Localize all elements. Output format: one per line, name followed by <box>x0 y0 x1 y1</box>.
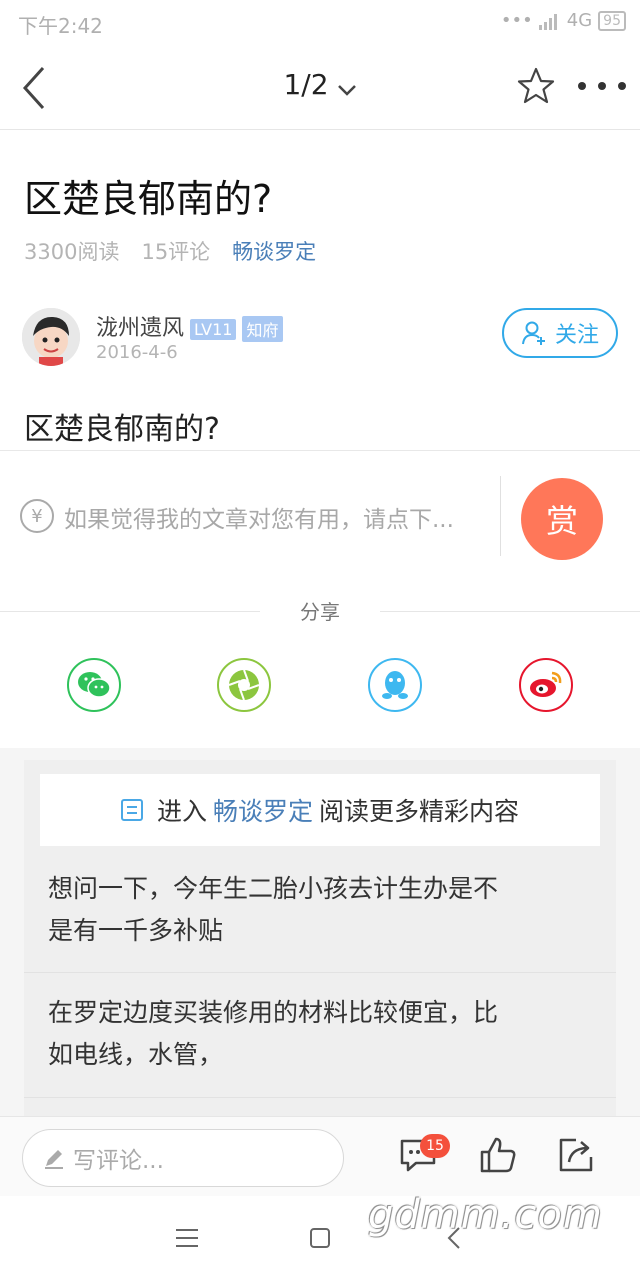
more-options-button[interactable] <box>578 74 626 98</box>
post-title-line: 是有一千多补贴 <box>48 916 224 945</box>
enter-forum-banner[interactable]: 进入 畅谈罗定 阅读更多精彩内容 <box>40 774 600 846</box>
thumbs-up-icon <box>480 1137 516 1173</box>
follow-button[interactable]: 关注 <box>502 308 618 358</box>
enter-suffix: 阅读更多精彩内容 <box>319 797 520 826</box>
reward-separator <box>500 476 501 556</box>
forum-link[interactable]: 畅谈罗定 <box>232 236 316 266</box>
weibo-icon <box>530 671 562 697</box>
more-dot-icon <box>618 82 626 90</box>
chevron-down-icon <box>337 70 357 103</box>
home-icon[interactable] <box>309 1227 331 1249</box>
star-icon <box>517 67 555 104</box>
comment-count-badge: 15 <box>420 1134 450 1158</box>
network-type: 4G <box>566 10 593 31</box>
author-name[interactable]: 泷州遗风 <box>96 316 184 341</box>
status-bar: 下午2:42 ••• 4G 95 <box>0 0 640 46</box>
bottom-action-bar: 写评论... <box>0 1116 640 1196</box>
wechat-icon <box>78 672 111 698</box>
reward-prompt: 如果觉得我的文章对您有用，请点下... <box>64 507 454 533</box>
share-weibo-button[interactable] <box>519 658 573 712</box>
share-header: 分享 <box>0 596 640 626</box>
menu-icon[interactable] <box>176 1228 198 1248</box>
qq-icon <box>382 671 408 699</box>
list-icon <box>120 799 143 821</box>
reward-button[interactable]: 赏 <box>521 478 603 560</box>
yen-icon: ¥ <box>20 499 54 533</box>
like-button[interactable] <box>478 1135 518 1175</box>
follow-label: 关注 <box>554 323 599 348</box>
forum-link: 畅谈罗定 <box>212 797 313 826</box>
favorite-button[interactable] <box>516 66 556 106</box>
more-dot-icon <box>598 82 606 90</box>
page-indicator-text: 1/2 <box>283 68 329 101</box>
read-count: 3300阅读 <box>24 240 120 264</box>
add-user-icon <box>521 321 545 345</box>
article-title: 区楚良郁南的? <box>24 177 273 221</box>
enter-prefix: 进入 <box>156 797 207 826</box>
divider <box>24 1097 616 1098</box>
post-title-line: 想问一下，今年生二胎小孩去计生办是不 <box>48 874 499 903</box>
article-body: 区楚良郁南的? <box>24 412 220 447</box>
post-date: 2016-4-6 <box>96 342 178 363</box>
share-moments-button[interactable] <box>217 658 271 712</box>
share-button[interactable] <box>556 1135 596 1175</box>
battery-icon: 95 <box>598 10 626 31</box>
watermark: gdmm.com <box>368 1192 603 1238</box>
post-title-line: 如电线，水管， <box>48 1040 224 1069</box>
comment-placeholder: 写评论... <box>73 1148 164 1174</box>
pencil-icon <box>45 1150 63 1169</box>
status-indicators: ••• 4G 95 <box>501 10 626 31</box>
list-item[interactable]: 想问一下，今年生二胎小孩去计生办是不 是有一千多补贴 <box>24 868 616 952</box>
more-dot-icon <box>578 82 586 90</box>
level-badge: LV11 <box>190 318 237 340</box>
signal-dots-icon: ••• <box>500 10 533 31</box>
top-nav-bar: 1/2 <box>0 46 640 130</box>
rank-badge: 知府 <box>242 316 283 342</box>
author-row: 泷州遗风 LV11 知府 2016-4-6 关注 <box>22 306 622 370</box>
comment-input[interactable]: 写评论... <box>22 1129 344 1187</box>
share-icon <box>559 1138 593 1172</box>
moments-icon <box>228 669 260 701</box>
author-name-line: 泷州遗风 LV11 知府 <box>96 310 283 342</box>
signal-icon <box>538 13 557 30</box>
list-item[interactable]: 在罗定边度买装修用的材料比较便宜，比 如电线，水管， <box>24 992 616 1076</box>
divider <box>0 450 640 451</box>
divider <box>380 611 640 612</box>
article-meta: 3300阅读 15评论 畅谈罗定 <box>24 236 316 266</box>
share-qq-button[interactable] <box>368 658 422 712</box>
avatar[interactable] <box>22 308 80 366</box>
divider <box>24 972 616 973</box>
post-title-line: 在罗定边度买装修用的材料比较便宜，比 <box>48 998 499 1027</box>
comment-count: 15评论 <box>141 240 211 264</box>
reward-row: ¥ 如果觉得我的文章对您有用，请点下... 赏 <box>0 452 640 582</box>
avatar-image <box>22 308 80 366</box>
share-wechat-button[interactable] <box>67 658 121 712</box>
status-time: 下午2:42 <box>18 14 103 38</box>
share-icons <box>0 658 640 718</box>
